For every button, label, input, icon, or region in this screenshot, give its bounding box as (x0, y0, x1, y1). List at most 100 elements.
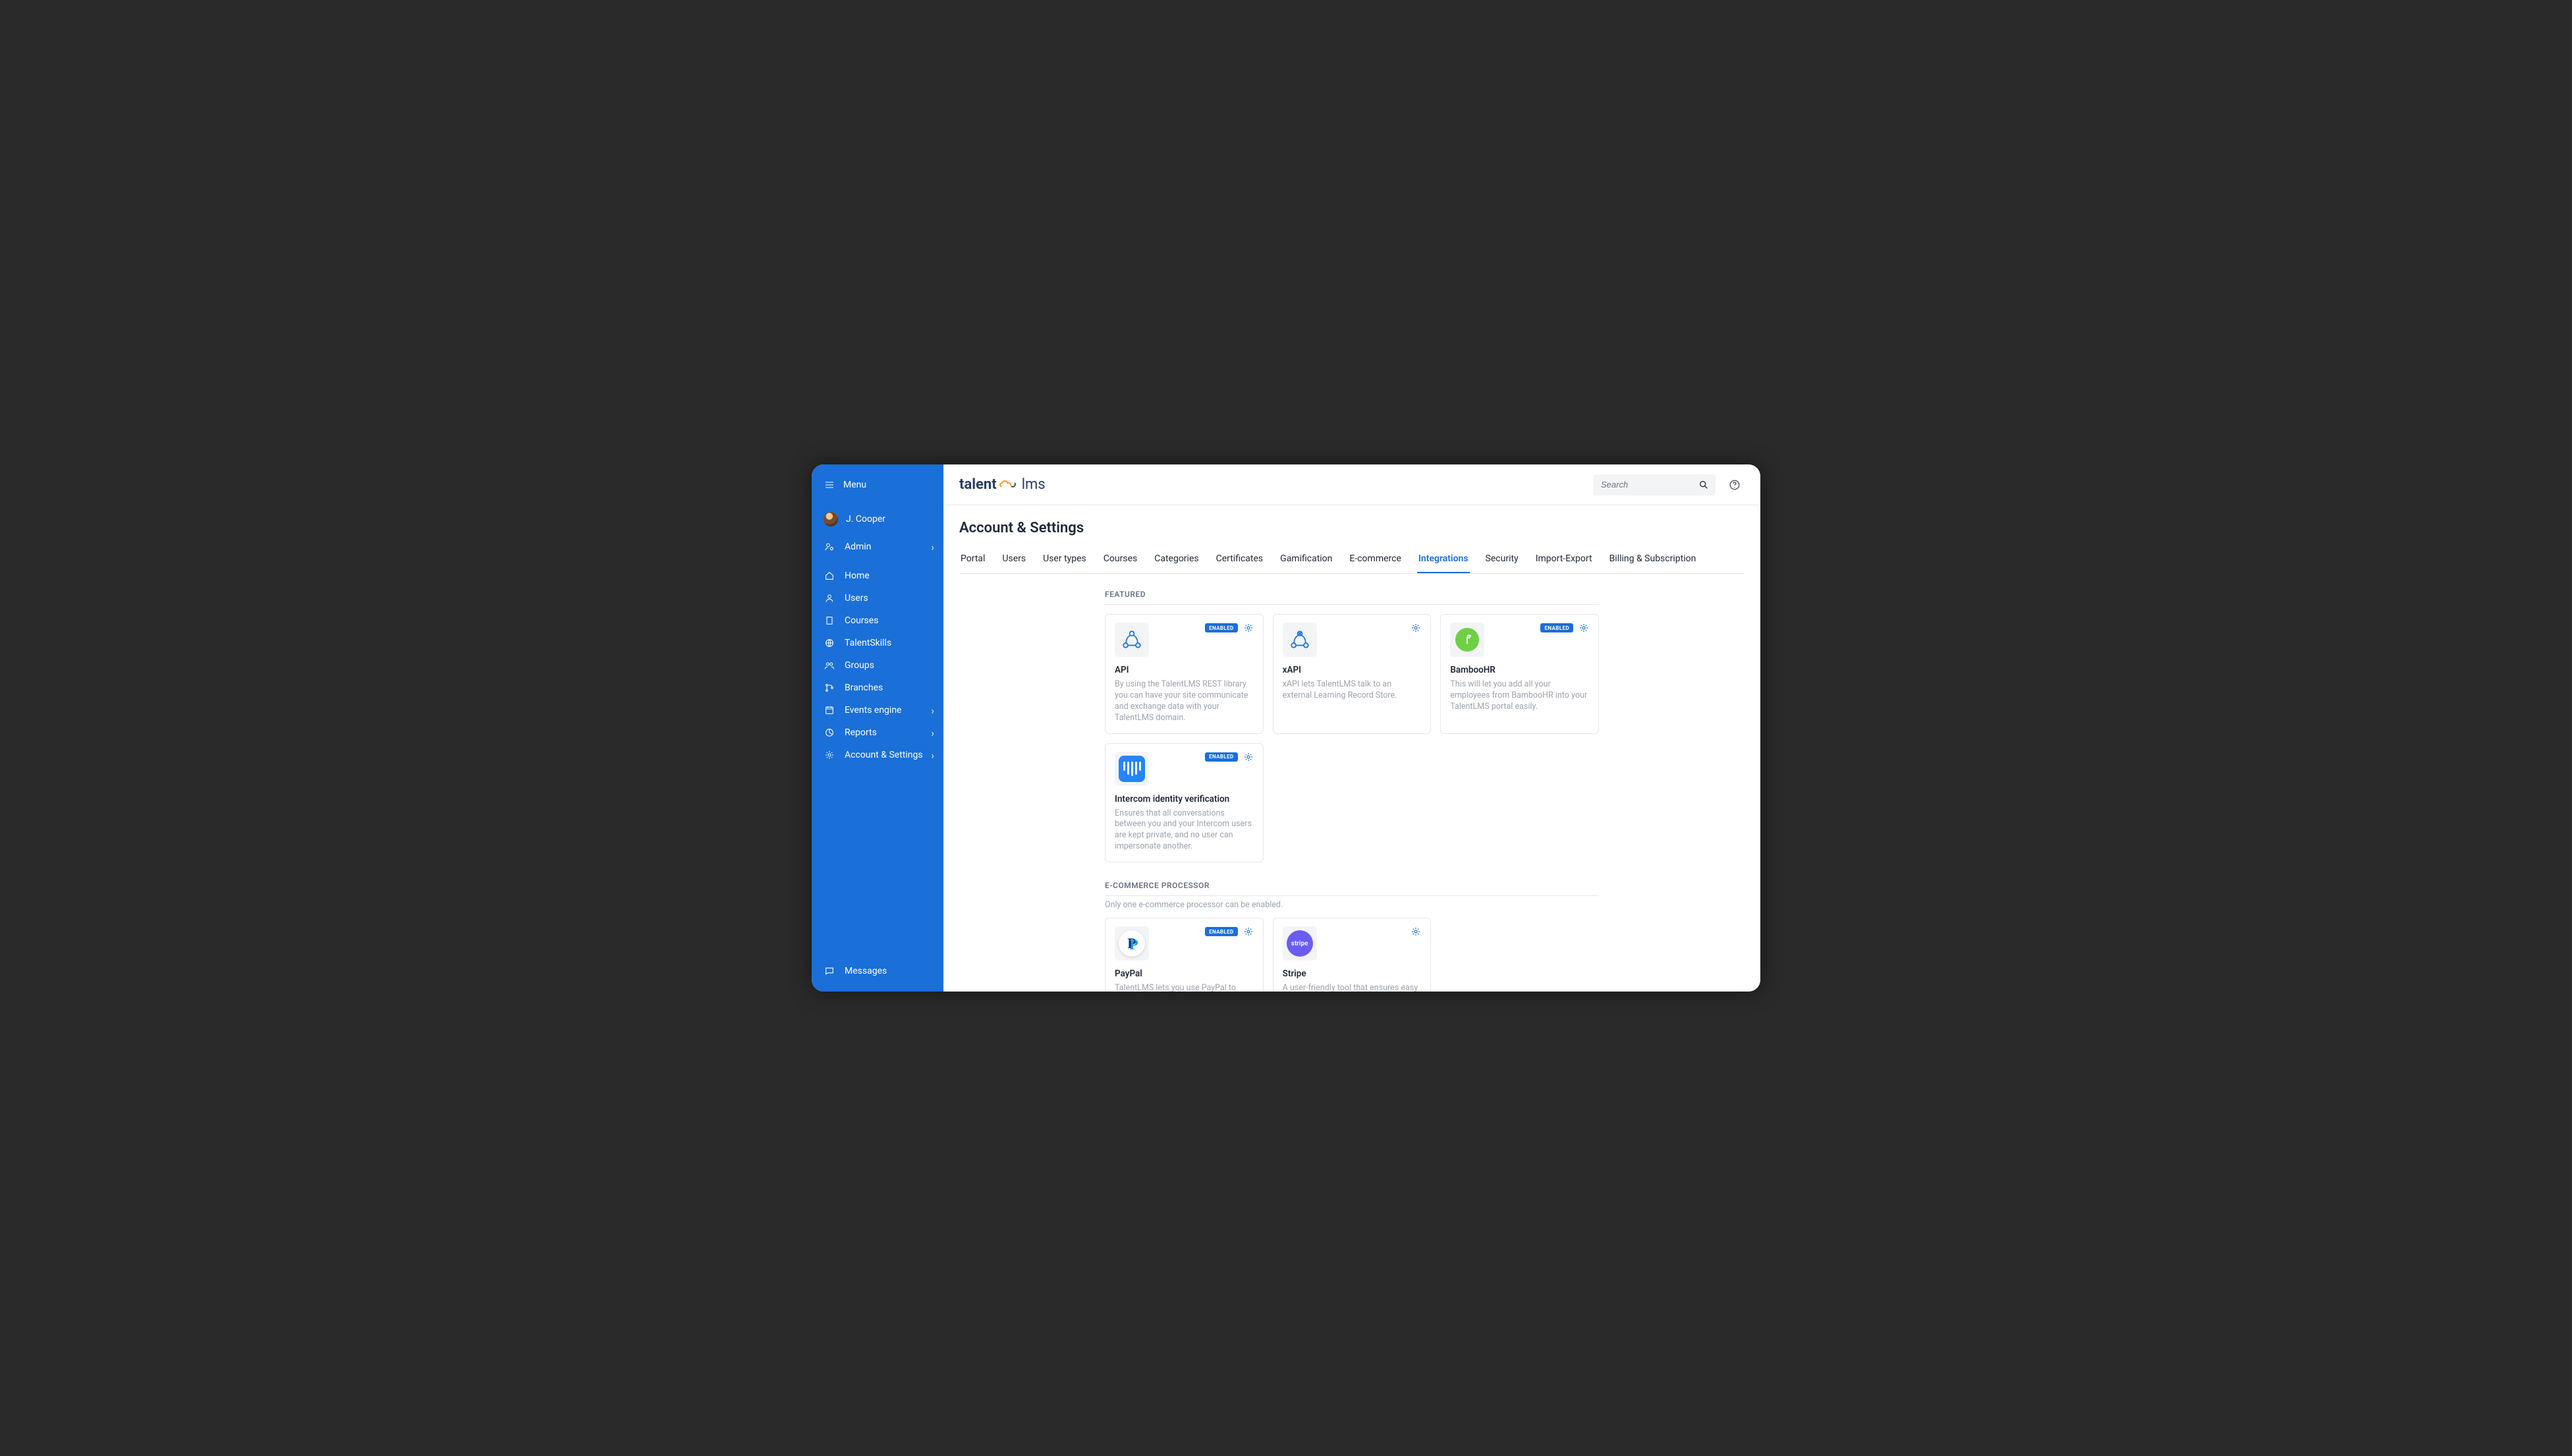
sidebar-item-label: Users (845, 593, 868, 603)
sidebar-item-messages[interactable]: Messages (812, 960, 943, 982)
search-input[interactable] (1593, 474, 1716, 495)
sidebar-item-talentskills[interactable]: TalentSkills (812, 632, 943, 654)
card-title: Intercom identity verification (1115, 794, 1254, 804)
user-icon (824, 592, 835, 604)
card-description: A user-friendly tool that ensures easy a… (1283, 983, 1422, 992)
sidebar-item-label: Courses (845, 615, 878, 626)
search-box (1593, 474, 1716, 495)
sidebar-item-label: Events engine (845, 705, 901, 715)
sidebar-item-label: Account & Settings (845, 750, 923, 760)
card-grid: ENABLED API By using the TalentLMS REST li… (1105, 614, 1599, 862)
section-label: FEATURED (1105, 590, 1599, 605)
integration-card-paypal[interactable]: PPENABLEDPayPalTalentLMS lets you use Pa… (1105, 918, 1264, 992)
tab-import-export[interactable]: Import-Export (1534, 548, 1594, 573)
app-window: Menu J. Cooper Admin Home Users Courses Tale… (812, 464, 1760, 992)
enabled-badge: ENABLED (1540, 623, 1573, 632)
tab-user-types[interactable]: User types (1042, 548, 1088, 573)
main: talent lms Account & Settings P (943, 464, 1760, 992)
message-icon (824, 965, 835, 977)
enabled-badge: ENABLED (1205, 623, 1238, 632)
card-description: Ensures that all conversations between y… (1115, 808, 1254, 853)
tabs: Portal Users User types Courses Categories Ce… (959, 548, 1745, 574)
sidebar-item-groups[interactable]: Groups (812, 654, 943, 677)
tab-e-commerce[interactable]: E-commerce (1348, 548, 1402, 573)
user-gear-icon (824, 541, 835, 553)
section-note: Only one e-commerce processor can be ena… (1105, 900, 1599, 910)
integration-card-intercom[interactable]: ENABLED Intercom identity verification Ens… (1105, 743, 1264, 863)
avatar (824, 512, 838, 526)
integration-card-bamboohr[interactable]: ENABLED BambooHR This will let you add all… (1440, 614, 1599, 734)
enabled-badge: ENABLED (1205, 752, 1238, 762)
tab-users[interactable]: Users (1001, 548, 1027, 573)
group-icon (824, 659, 835, 671)
integration-card-api[interactable]: ENABLED API By using the TalentLMS REST li… (1105, 614, 1264, 734)
sidebar-item-label: TalentSkills (845, 638, 891, 648)
gear-icon[interactable] (1243, 623, 1254, 633)
card-description: By using the TalentLMS REST library you … (1115, 679, 1254, 724)
sidebar-item-reports[interactable]: Reports (812, 721, 943, 744)
home-icon (824, 570, 835, 582)
tab-courses[interactable]: Courses (1102, 548, 1138, 573)
menu-label: Menu (843, 480, 866, 490)
gear-icon[interactable] (1579, 623, 1589, 633)
logo-part1: talent (959, 476, 997, 493)
tab-integrations[interactable]: Integrations (1417, 548, 1470, 573)
card-title: API (1115, 665, 1254, 675)
card-description: This will let you add all your employees… (1450, 679, 1589, 713)
sidebar-item-label: Home (845, 571, 870, 581)
sidebar-item-account-settings[interactable]: Account & Settings (812, 744, 943, 766)
hamburger-icon (824, 479, 835, 491)
logo-part2: lms (1022, 476, 1046, 493)
tab-billing-subscription[interactable]: Billing & Subscription (1608, 548, 1698, 573)
card-title: xAPI (1283, 665, 1422, 675)
search-icon[interactable] (1698, 480, 1709, 490)
user-name: J. Cooper (846, 514, 885, 524)
tab-certificates[interactable]: Certificates (1215, 548, 1265, 573)
book-icon (824, 615, 835, 627)
sidebar-item-label: Reports (845, 727, 877, 738)
card-title: Stripe (1283, 968, 1422, 979)
sidebar-item-events-engine[interactable]: Events engine (812, 699, 943, 721)
sidebar-user[interactable]: J. Cooper (812, 507, 943, 532)
card-grid: PPENABLEDPayPalTalentLMS lets you use Pa… (1105, 918, 1599, 992)
sidebar-item-admin[interactable]: Admin (812, 536, 943, 558)
topbar: talent lms (943, 464, 1760, 505)
integration-card-stripe[interactable]: stripeStripeA user-friendly tool that en… (1273, 918, 1432, 992)
sidebar-item-branches[interactable]: Branches (812, 677, 943, 699)
cloud-icon (998, 476, 1020, 493)
tab-categories[interactable]: Categories (1153, 548, 1200, 573)
sidebar-item-label: Branches (845, 683, 883, 693)
sidebar-item-label: Groups (845, 660, 874, 671)
gear-icon[interactable] (1243, 926, 1254, 937)
enabled-badge: ENABLED (1205, 927, 1238, 936)
sidebar-item-home[interactable]: Home (812, 565, 943, 587)
card-description: xAPI lets TalentLMS talk to an external … (1283, 679, 1422, 702)
globe-icon (824, 637, 835, 649)
logo[interactable]: talent lms (959, 476, 1046, 493)
branch-icon (824, 682, 835, 694)
content: Account & Settings Portal Users User types… (943, 505, 1760, 992)
help-icon[interactable] (1729, 479, 1741, 491)
menu-button[interactable]: Menu (824, 474, 932, 500)
tab-portal[interactable]: Portal (959, 548, 986, 573)
integration-card-xapi[interactable]: xAPI xAPI lets TalentLMS talk to an exter… (1273, 614, 1432, 734)
card-title: BambooHR (1450, 665, 1589, 675)
gear-icon (824, 749, 835, 761)
chart-icon (824, 727, 835, 739)
sidebar-item-label: Admin (845, 542, 871, 552)
sidebar-item-label: Messages (845, 966, 887, 976)
section-label: E-COMMERCE PROCESSOR (1105, 881, 1599, 896)
sidebar-item-courses[interactable]: Courses (812, 609, 943, 632)
tab-gamification[interactable]: Gamification (1279, 548, 1333, 573)
sidebar-nav: Admin Home Users Courses TalentSkills Groups B… (812, 536, 943, 766)
sections: FEATURED ENABLED API By using the TalentLMS… (1105, 590, 1599, 992)
tab-security[interactable]: Security (1484, 548, 1520, 573)
calendar-icon (824, 704, 835, 716)
page-title: Account & Settings (959, 520, 1745, 536)
gear-icon[interactable] (1411, 926, 1421, 937)
gear-icon[interactable] (1411, 623, 1421, 633)
sidebar: Menu J. Cooper Admin Home Users Courses Tale… (812, 464, 943, 992)
gear-icon[interactable] (1243, 752, 1254, 762)
card-title: PayPal (1115, 968, 1254, 979)
sidebar-item-users[interactable]: Users (812, 587, 943, 609)
